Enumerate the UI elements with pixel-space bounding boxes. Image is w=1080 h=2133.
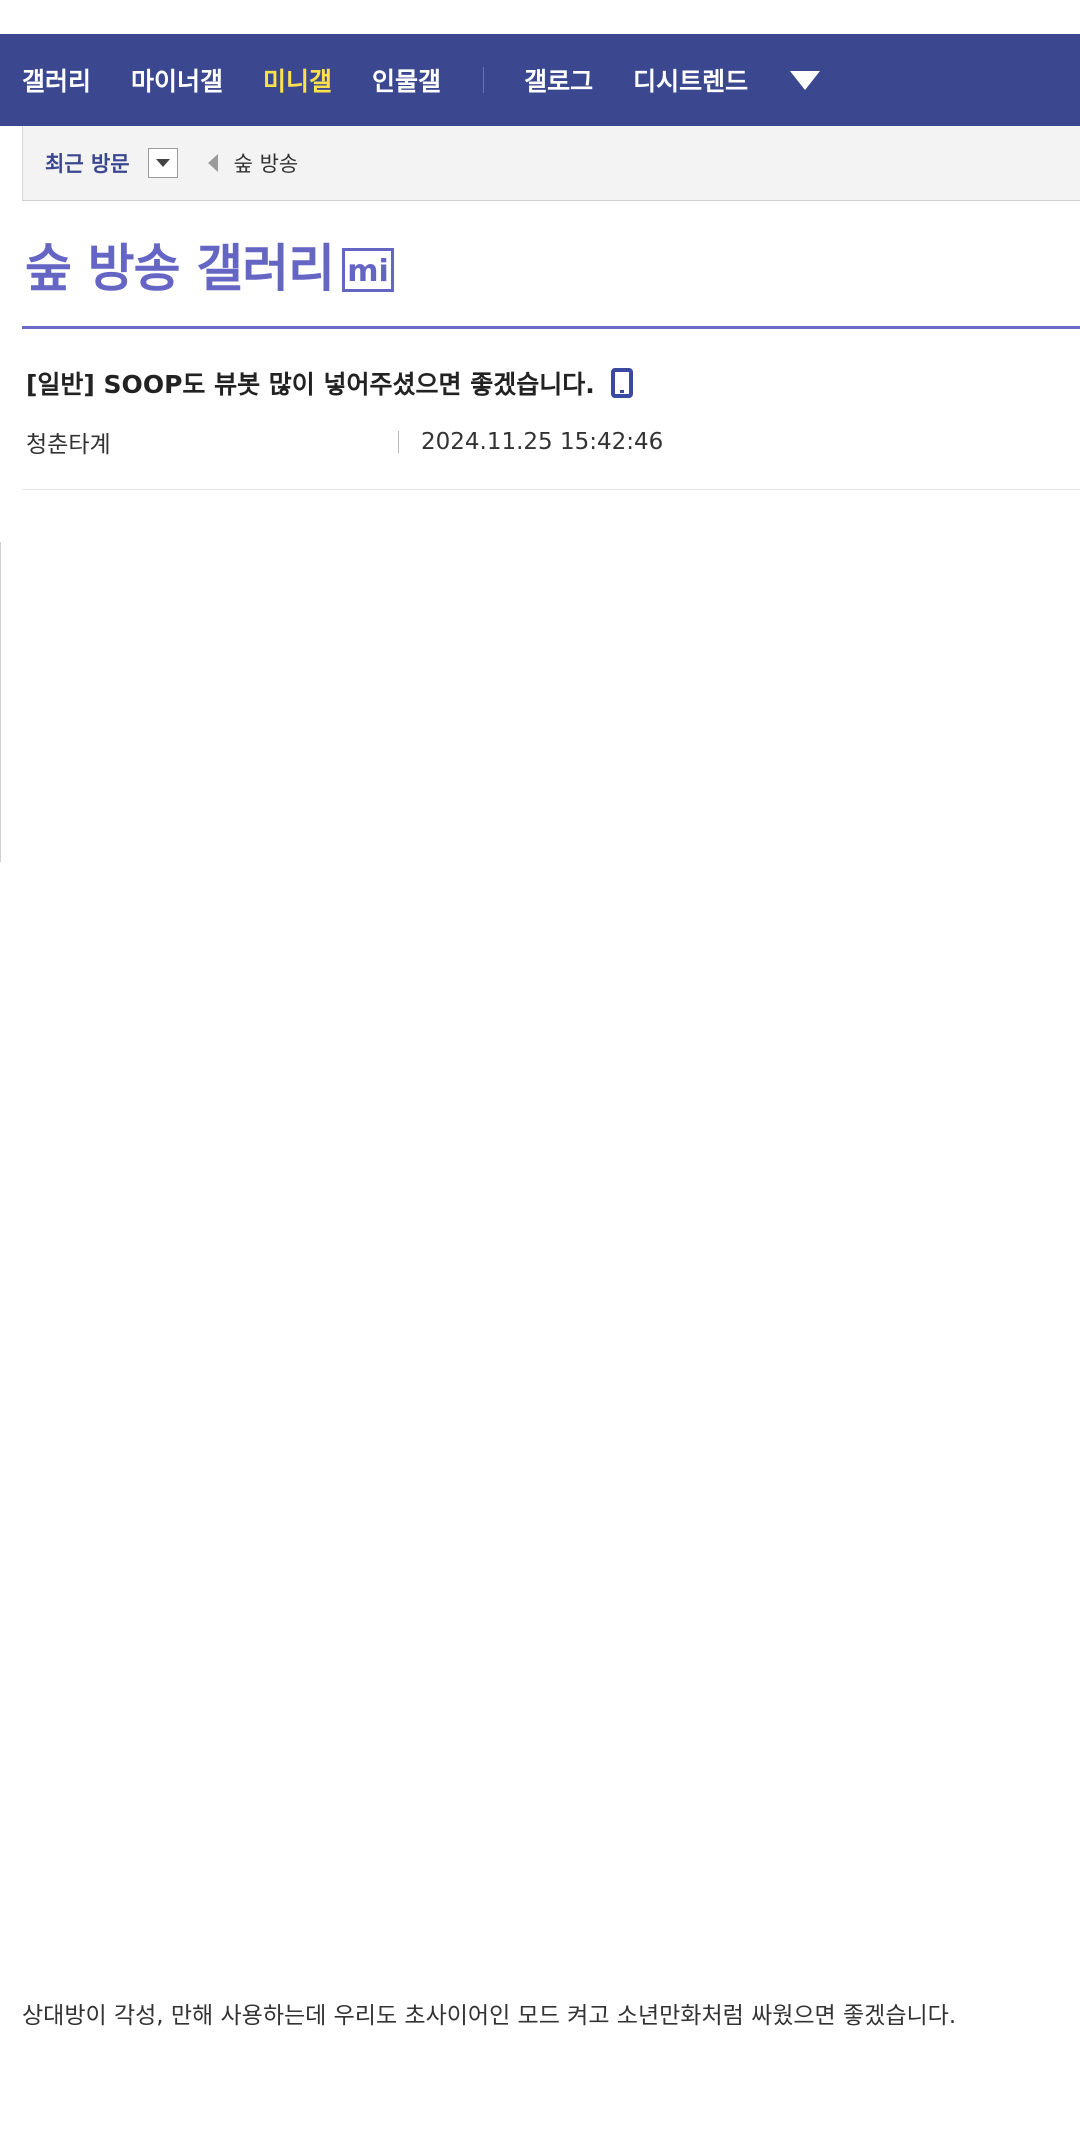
post-author[interactable]: 청춘타계 [26, 425, 398, 459]
top-nav: 갤러리 마이너갤 미니갤 인물갤 갤로그 디시트렌드 [0, 34, 1080, 126]
nav-minor-gallery[interactable]: 마이너갤 [131, 62, 223, 98]
nav-divider [483, 67, 485, 93]
recent-visits-bar: 최근 방문 숲 방송 [22, 126, 1080, 201]
chevron-down-icon [155, 159, 170, 167]
post-meta: 청춘타계 2024.11.25 15:42:46 [26, 425, 1080, 459]
post-date: 2024.11.25 15:42:46 [421, 429, 664, 455]
recent-visits-label: 최근 방문 [45, 152, 130, 176]
mini-gallery-badge-text: mi [347, 253, 389, 289]
post-title-row: [일반] SOOP도 뷰봇 많이 넣어주셨으면 좋겠습니다. [26, 365, 1080, 401]
nav-mini-gallery[interactable]: 미니갤 [263, 62, 332, 98]
post-body: 상대방이 각성, 만해 사용하는데 우리도 초사이어인 모드 켜고 소년만화처럼… [22, 2003, 957, 2029]
arrow-left-icon[interactable] [207, 154, 218, 172]
post-title: [일반] SOOP도 뷰봇 많이 넣어주셨으면 좋겠습니다. [26, 370, 595, 399]
post-header: [일반] SOOP도 뷰봇 많이 넣어주셨으면 좋겠습니다. 청춘타계 2024… [22, 329, 1080, 490]
status-bar-space [0, 0, 1080, 34]
mini-gallery-badge-icon: mi [342, 247, 395, 292]
triangle-down-icon[interactable] [790, 70, 821, 90]
nav-gallery[interactable]: 갤러리 [22, 62, 91, 98]
meta-divider [398, 431, 399, 453]
nav-dcitrend[interactable]: 디시트렌드 [633, 62, 748, 98]
recent-visit-item[interactable]: 숲 방송 [234, 148, 299, 178]
gallery-header: 숲 방송 갤러리 mi [22, 201, 1080, 329]
nav-person-gallery[interactable]: 인물갤 [372, 62, 441, 98]
nav-gallog[interactable]: 갤로그 [524, 62, 593, 98]
gallery-title[interactable]: 숲 방송 갤러리 [25, 227, 335, 301]
mobile-icon [610, 368, 633, 398]
side-rail-line [0, 542, 1, 862]
recent-visits-toggle-button[interactable] [147, 148, 178, 178]
